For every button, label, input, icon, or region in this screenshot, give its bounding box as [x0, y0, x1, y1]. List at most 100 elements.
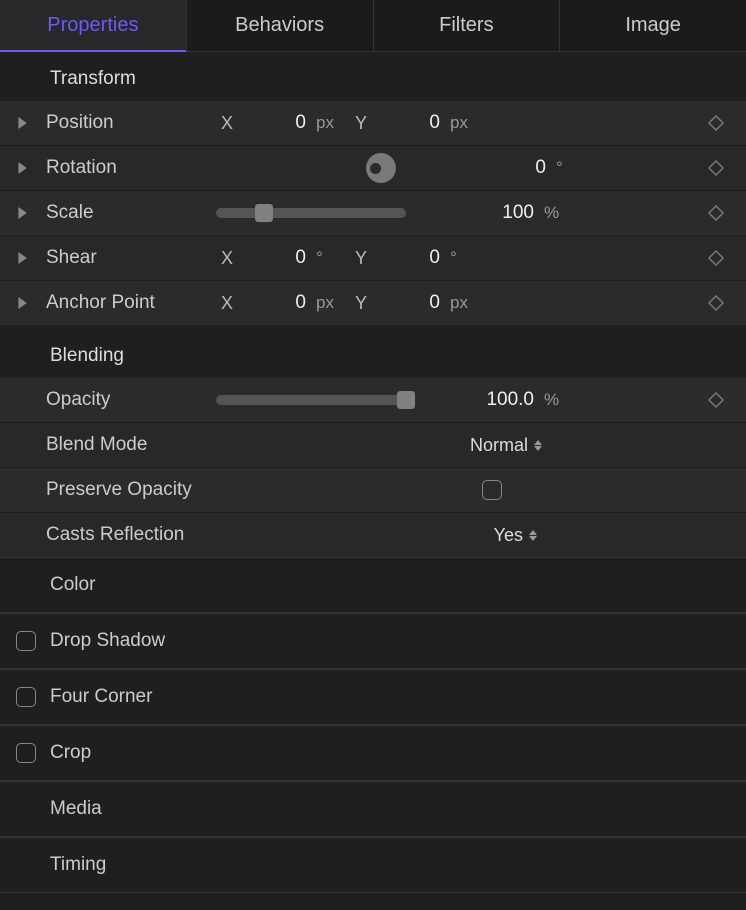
label-opacity: Opacity — [46, 389, 216, 411]
disclosure-anchor[interactable] — [16, 297, 46, 309]
label-anchor: Anchor Point — [46, 292, 216, 314]
chevron-right-icon — [16, 207, 28, 219]
disclosure-shear[interactable] — [16, 252, 46, 264]
chevron-right-icon — [16, 297, 28, 309]
keyframe-icon — [706, 248, 726, 268]
anchor-y-label: Y — [350, 293, 372, 314]
scale-values: 100 % — [216, 202, 694, 224]
inspector-panel: Transform Position X 0 px Y 0 px Rotatio… — [0, 52, 746, 893]
label-preserve-opacity: Preserve Opacity — [46, 479, 246, 501]
row-preserve-opacity: Preserve Opacity — [0, 467, 746, 512]
casts-reflection-select[interactable]: Yes — [494, 525, 539, 546]
label-position: Position — [46, 112, 216, 134]
row-shear: Shear X 0 ° Y 0 ° — [0, 235, 746, 280]
drop-shadow-label: Drop Shadow — [50, 630, 165, 652]
four-corner-checkbox[interactable] — [16, 687, 36, 707]
disclosure-scale[interactable] — [16, 207, 46, 219]
transform-header: Transform — [0, 58, 746, 100]
casts-reflection-value: Yes — [494, 525, 523, 546]
media-label: Media — [50, 798, 102, 820]
anchor-y-unit: px — [450, 293, 480, 313]
blend-mode-select[interactable]: Normal — [470, 435, 544, 456]
keyframe-shear[interactable] — [694, 251, 738, 265]
scale-slider-thumb[interactable] — [255, 204, 273, 222]
updown-icon — [529, 530, 539, 541]
tab-image[interactable]: Image — [559, 0, 746, 52]
updown-icon — [534, 440, 544, 451]
opacity-slider[interactable] — [216, 395, 406, 405]
position-x-value[interactable]: 0 — [242, 112, 312, 134]
label-shear: Shear — [46, 247, 216, 269]
position-y-value[interactable]: 0 — [376, 112, 446, 134]
label-rotation: Rotation — [46, 157, 216, 179]
keyframe-rotation[interactable] — [694, 161, 738, 175]
shear-x-label: X — [216, 248, 238, 269]
keyframe-icon — [706, 158, 726, 178]
position-x-label: X — [216, 113, 238, 134]
position-values: X 0 px Y 0 px — [216, 112, 694, 134]
section-crop[interactable]: Crop — [0, 725, 746, 781]
casts-reflection-value-area: Yes — [246, 525, 694, 546]
position-y-label: Y — [350, 113, 372, 134]
scale-value[interactable]: 100 — [420, 202, 540, 224]
shear-y-value[interactable]: 0 — [376, 247, 446, 269]
section-color[interactable]: Color — [0, 557, 746, 613]
blend-mode-value-area: Normal — [216, 435, 694, 456]
four-corner-label: Four Corner — [50, 686, 152, 708]
rotation-unit: ° — [556, 158, 586, 178]
section-drop-shadow[interactable]: Drop Shadow — [0, 613, 746, 669]
preserve-opacity-value-area — [246, 480, 694, 500]
row-opacity: Opacity 100.0 % — [0, 377, 746, 422]
keyframe-icon — [706, 203, 726, 223]
color-label: Color — [50, 574, 95, 596]
label-blend-mode: Blend Mode — [46, 434, 216, 456]
row-casts-reflection: Casts Reflection Yes — [0, 512, 746, 557]
section-four-corner[interactable]: Four Corner — [0, 669, 746, 725]
shear-y-label: Y — [350, 248, 372, 269]
anchor-values: X 0 px Y 0 px — [216, 292, 694, 314]
crop-label: Crop — [50, 742, 91, 764]
tab-properties[interactable]: Properties — [0, 0, 186, 52]
drop-shadow-checkbox[interactable] — [16, 631, 36, 651]
keyframe-anchor[interactable] — [694, 296, 738, 310]
chevron-right-icon — [16, 117, 28, 129]
scale-unit: % — [544, 203, 574, 223]
row-anchor: Anchor Point X 0 px Y 0 px — [0, 280, 746, 325]
opacity-value[interactable]: 100.0 — [420, 389, 540, 411]
label-casts-reflection: Casts Reflection — [46, 524, 246, 546]
shear-x-value[interactable]: 0 — [242, 247, 312, 269]
rotation-value[interactable]: 0 — [410, 157, 552, 179]
opacity-unit: % — [544, 390, 574, 410]
section-timing[interactable]: Timing — [0, 837, 746, 893]
tab-filters[interactable]: Filters — [373, 0, 560, 52]
position-y-unit: px — [450, 113, 480, 133]
shear-x-unit: ° — [316, 248, 346, 268]
scale-slider[interactable] — [216, 208, 406, 218]
blend-mode-value: Normal — [470, 435, 528, 456]
disclosure-rotation[interactable] — [16, 162, 46, 174]
tab-behaviors[interactable]: Behaviors — [186, 0, 373, 52]
rotation-values: 0 ° — [216, 153, 694, 183]
keyframe-icon — [706, 113, 726, 133]
preserve-opacity-checkbox[interactable] — [482, 480, 502, 500]
keyframe-position[interactable] — [694, 116, 738, 130]
anchor-x-label: X — [216, 293, 238, 314]
disclosure-position[interactable] — [16, 117, 46, 129]
keyframe-icon — [706, 293, 726, 313]
chevron-right-icon — [16, 252, 28, 264]
tab-bar: Properties Behaviors Filters Image — [0, 0, 746, 52]
keyframe-opacity[interactable] — [694, 393, 738, 407]
timing-label: Timing — [50, 854, 106, 876]
opacity-slider-thumb[interactable] — [397, 391, 415, 409]
anchor-x-value[interactable]: 0 — [242, 292, 312, 314]
crop-checkbox[interactable] — [16, 743, 36, 763]
position-x-unit: px — [316, 113, 346, 133]
rotation-dial[interactable] — [366, 153, 396, 183]
anchor-x-unit: px — [316, 293, 346, 313]
section-media[interactable]: Media — [0, 781, 746, 837]
anchor-y-value[interactable]: 0 — [376, 292, 446, 314]
chevron-right-icon — [16, 162, 28, 174]
keyframe-scale[interactable] — [694, 206, 738, 220]
shear-values: X 0 ° Y 0 ° — [216, 247, 694, 269]
row-position: Position X 0 px Y 0 px — [0, 100, 746, 145]
